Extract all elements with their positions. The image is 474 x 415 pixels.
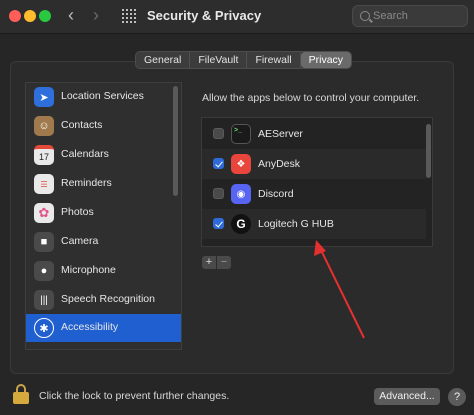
- contacts-book-icon: ☺: [34, 116, 54, 136]
- calendar-icon: 17: [34, 145, 54, 165]
- app-row-discord[interactable]: ◉ Discord: [202, 179, 426, 209]
- lock-icon[interactable]: [13, 384, 29, 404]
- minimize-window-button[interactable]: [24, 10, 36, 22]
- forward-chevron-icon[interactable]: ›: [93, 5, 99, 26]
- category-calendars[interactable]: 17 Calendars: [26, 141, 173, 169]
- category-label: Photos: [61, 206, 94, 218]
- app-checkbox-anydesk[interactable]: [213, 158, 224, 169]
- accessibility-person-icon: ✱: [34, 318, 54, 338]
- category-label: Accessibility: [61, 321, 119, 333]
- privacy-category-list[interactable]: ➤ Location Services ☺ Contacts 17 Calend…: [25, 82, 182, 350]
- search-input[interactable]: [373, 8, 463, 24]
- security-privacy-window: ‹ › Security & Privacy General FileVault…: [0, 0, 474, 415]
- app-name: AnyDesk: [258, 158, 301, 170]
- show-all-grid-icon[interactable]: [122, 9, 136, 23]
- close-window-button[interactable]: [9, 10, 21, 22]
- category-label: Speech Recognition: [61, 293, 155, 305]
- add-app-button[interactable]: +: [202, 256, 216, 269]
- category-label: Camera: [61, 235, 99, 247]
- photos-flower-icon: ✿: [34, 203, 54, 223]
- zoom-window-button[interactable]: [39, 10, 51, 22]
- tab-bar: General FileVault Firewall Privacy: [135, 51, 353, 69]
- app-checkbox-logitech-g-hub[interactable]: [213, 218, 224, 229]
- app-row-aeserver[interactable]: >_ AEServer: [202, 119, 426, 149]
- search-icon: [360, 11, 370, 21]
- category-label: Contacts: [61, 119, 103, 131]
- microphone-icon: ●: [34, 261, 54, 281]
- category-location-services[interactable]: ➤ Location Services: [26, 83, 173, 111]
- app-name: AEServer: [258, 128, 303, 140]
- app-name: Discord: [258, 188, 294, 200]
- category-camera[interactable]: ■ Camera: [26, 228, 173, 256]
- back-chevron-icon[interactable]: ‹: [68, 5, 74, 26]
- camera-icon: ■: [34, 232, 54, 252]
- app-row-logitech-g-hub[interactable]: G Logitech G HUB: [202, 209, 426, 239]
- anydesk-icon: ❖: [231, 154, 251, 174]
- reminders-list-icon: ☰: [34, 174, 54, 194]
- tab-firewall[interactable]: Firewall: [247, 52, 301, 68]
- location-arrow-icon: ➤: [34, 87, 54, 107]
- category-microphone[interactable]: ● Microphone: [26, 257, 173, 285]
- title-bar: ‹ › Security & Privacy: [0, 0, 474, 34]
- tab-general[interactable]: General: [136, 52, 191, 68]
- category-accessibility[interactable]: ✱ Accessibility: [26, 314, 181, 342]
- tab-filevault[interactable]: FileVault: [190, 52, 248, 68]
- category-speech-recognition[interactable]: ||| Speech Recognition: [26, 286, 173, 314]
- lock-status-text: Click the lock to prevent further change…: [39, 390, 230, 402]
- accessibility-app-list[interactable]: >_ AEServer ❖ AnyDesk ◉ Discord G Logite…: [201, 117, 433, 247]
- logitech-g-icon: G: [231, 214, 251, 234]
- remove-app-button[interactable]: −: [217, 256, 231, 269]
- app-row-anydesk[interactable]: ❖ AnyDesk: [202, 149, 426, 179]
- privacy-description: Allow the apps below to control your com…: [202, 92, 420, 104]
- category-reminders[interactable]: ☰ Reminders: [26, 170, 173, 198]
- app-list-scrollbar[interactable]: [426, 124, 431, 178]
- category-label: Calendars: [61, 148, 109, 160]
- tab-privacy[interactable]: Privacy: [300, 52, 352, 68]
- app-checkbox-discord[interactable]: [213, 188, 224, 199]
- discord-icon: ◉: [231, 184, 251, 204]
- category-list-scrollbar[interactable]: [173, 86, 178, 196]
- advanced-button[interactable]: Advanced...: [374, 388, 440, 405]
- app-name: Logitech G HUB: [258, 218, 334, 230]
- search-field[interactable]: [352, 5, 468, 27]
- category-label: Location Services: [61, 90, 144, 102]
- category-photos[interactable]: ✿ Photos: [26, 199, 173, 227]
- terminal-icon: >_: [231, 124, 251, 144]
- speech-waveform-icon: |||: [34, 290, 54, 310]
- window-title: Security & Privacy: [147, 8, 262, 23]
- category-label: Microphone: [61, 264, 116, 276]
- app-checkbox-aeserver[interactable]: [213, 128, 224, 139]
- category-contacts[interactable]: ☺ Contacts: [26, 112, 173, 140]
- category-label: Reminders: [61, 177, 112, 189]
- help-button[interactable]: ?: [448, 388, 466, 406]
